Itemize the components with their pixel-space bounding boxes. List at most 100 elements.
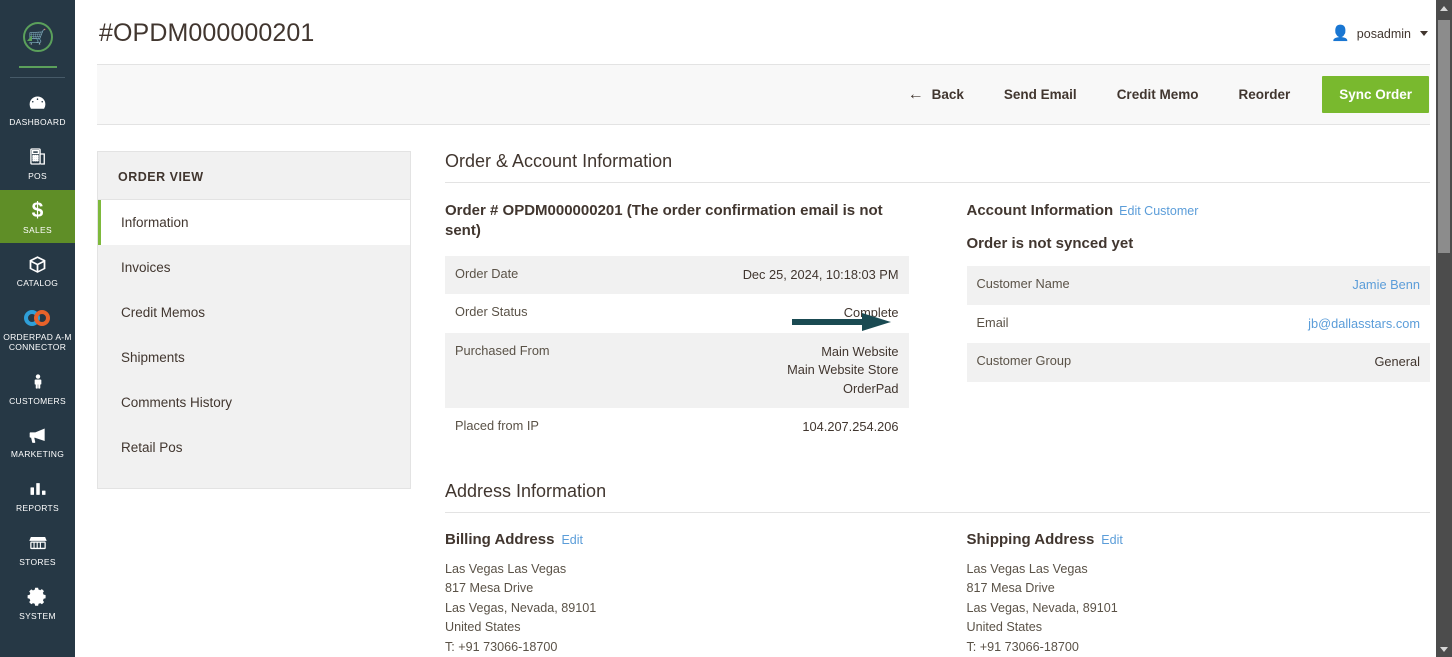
page-body: ORDER VIEW Information Invoices Credit M… xyxy=(75,125,1452,657)
order-account-columns: Order # OPDM000000201 (The order confirm… xyxy=(445,201,1430,447)
primary-sidebar: 🛒 DASHBOARD POS $ SALES CATALOG ORDERPAD… xyxy=(0,0,75,657)
billing-address-title: Billing Address Edit xyxy=(445,531,909,548)
back-button[interactable]: ← Back xyxy=(888,76,984,114)
sidebar-item-reports[interactable]: REPORTS xyxy=(0,468,75,522)
order-information-column: Order # OPDM000000201 (The order confirm… xyxy=(445,201,909,447)
row-value: Dec 25, 2024, 10:18:03 PM xyxy=(742,266,899,282)
account-block-title: Account Information Edit Customer xyxy=(967,201,1431,221)
row-label: Placed from IP xyxy=(455,418,539,434)
order-view-item-information[interactable]: Information xyxy=(98,200,410,245)
order-view-title: ORDER VIEW xyxy=(98,152,410,200)
sidebar-item-label: CUSTOMERS xyxy=(9,395,66,406)
customer-name-link[interactable]: Jamie Benn xyxy=(1352,277,1420,292)
gear-icon xyxy=(27,585,48,609)
order-view-item-shipments[interactable]: Shipments xyxy=(98,335,410,380)
sidebar-item-pos[interactable]: POS xyxy=(0,136,75,190)
table-row: Placed from IP 104.207.254.206 xyxy=(445,408,909,447)
billing-address-column: Billing Address Edit Las Vegas Las Vegas … xyxy=(445,531,909,657)
scrollbar-up-button[interactable] xyxy=(1436,0,1452,16)
page-title: #OPDM000000201 xyxy=(99,19,315,47)
sidebar-item-marketing[interactable]: MARKETING xyxy=(0,414,75,468)
address-section-title: Address Information xyxy=(445,481,1430,513)
sidebar-item-label: DASHBOARD xyxy=(9,117,66,127)
linked-rings-icon xyxy=(23,306,52,330)
row-label: Email xyxy=(976,314,1009,330)
chevron-down-icon xyxy=(1420,31,1428,36)
row-value: Main Website Main Website Store OrderPad xyxy=(787,343,899,396)
arrow-left-icon: ← xyxy=(907,85,924,103)
sidebar-item-label: REPORTS xyxy=(15,503,60,514)
account-information-table: Customer Name Jamie Benn Email jb@dallas… xyxy=(966,266,1430,382)
main-content-area: #OPDM000000201 👤 posadmin ← Back Send Em… xyxy=(75,0,1452,657)
send-email-button[interactable]: Send Email xyxy=(984,77,1097,112)
admin-user-menu[interactable]: 👤 posadmin xyxy=(1331,18,1428,41)
table-row: Purchased From Main Website Main Website… xyxy=(445,332,909,409)
account-block-title-text: Account Information xyxy=(966,202,1114,219)
credit-memo-button[interactable]: Credit Memo xyxy=(1097,77,1219,112)
sidebar-item-catalog[interactable]: CATALOG xyxy=(0,243,75,297)
customer-email-link[interactable]: jb@dallasstars.com xyxy=(1308,316,1420,331)
sidebar-item-customers[interactable]: CUSTOMERS xyxy=(0,361,75,415)
sidebar-item-label: CATALOG xyxy=(16,278,59,289)
sidebar-item-label: SYSTEM xyxy=(19,610,56,621)
box-icon xyxy=(27,252,48,276)
order-information-table: Order Date Dec 25, 2024, 10:18:03 PM Ord… xyxy=(445,255,909,447)
address-information-section: Address Information Billing Address Edit … xyxy=(445,481,1430,657)
page-actions-toolbar: ← Back Send Email Credit Memo Reorder Sy… xyxy=(97,64,1430,125)
person-icon xyxy=(30,370,46,394)
order-details: Order & Account Information Order # OPDM… xyxy=(411,151,1430,657)
edit-customer-link[interactable]: Edit Customer xyxy=(1119,204,1198,218)
megaphone-icon xyxy=(27,423,49,447)
shipping-address-title-text: Shipping Address xyxy=(966,530,1095,548)
page-header: #OPDM000000201 👤 posadmin xyxy=(75,0,1452,48)
shipping-address-column: Shipping Address Edit Las Vegas Las Vegas… xyxy=(967,531,1431,657)
logo-underline xyxy=(18,66,57,68)
sidebar-item-label: ORDERPAD A-M CONNECTOR xyxy=(3,332,72,352)
shipping-address-lines: Las Vegas Las Vegas 817 Mesa Drive Las V… xyxy=(966,561,1118,654)
edit-shipping-address-link[interactable]: Edit xyxy=(1101,533,1123,547)
row-label: Order Date xyxy=(455,265,519,281)
sidebar-item-label: MARKETING xyxy=(10,449,65,460)
order-status-value: Complete xyxy=(843,305,899,321)
order-account-section-title: Order & Account Information xyxy=(445,151,1430,183)
sidebar-item-label: SALES xyxy=(23,224,52,235)
sidebar-item-label: STORES xyxy=(19,556,56,567)
page-scrollbar[interactable] xyxy=(1436,0,1452,657)
sidebar-item-stores[interactable]: STORES xyxy=(0,522,75,576)
order-view-item-comments-history[interactable]: Comments History xyxy=(98,380,410,425)
table-row: Customer Name Jamie Benn xyxy=(966,266,1430,305)
sidebar-item-orderpad-connector[interactable]: ORDERPAD A-M CONNECTOR xyxy=(0,297,75,361)
dashboard-gauge-icon xyxy=(27,91,48,115)
row-value: Jamie Benn xyxy=(1188,266,1430,305)
sidebar-item-dashboard[interactable]: DASHBOARD xyxy=(0,82,75,136)
edit-billing-address-link[interactable]: Edit xyxy=(561,533,583,547)
account-information-column: Account Information Edit Customer Order i… xyxy=(966,201,1431,447)
magento-logo[interactable]: 🛒 xyxy=(0,8,75,66)
row-label: Order Status xyxy=(455,304,528,320)
order-view-item-retail-pos[interactable]: Retail Pos xyxy=(98,425,410,470)
table-row: Order Status Complete xyxy=(445,294,909,333)
order-view-item-invoices[interactable]: Invoices xyxy=(98,245,410,290)
order-view-item-credit-memos[interactable]: Credit Memos xyxy=(98,290,410,335)
sidebar-item-sales[interactable]: $ SALES xyxy=(0,189,75,244)
sidebar-item-system[interactable]: SYSTEM xyxy=(0,576,75,630)
person-icon: 👤 xyxy=(1331,25,1350,42)
billing-address-lines: Las Vegas Las Vegas 817 Mesa Drive Las V… xyxy=(445,561,597,654)
table-row: Email jb@dallasstars.com xyxy=(966,304,1430,344)
sidebar-item-label: POS xyxy=(28,170,47,181)
billing-address-title-text: Billing Address xyxy=(445,530,555,548)
table-row: Customer Group General xyxy=(966,343,1430,382)
scrollbar-thumb[interactable] xyxy=(1438,20,1450,253)
scrollbar-down-button[interactable] xyxy=(1436,641,1452,657)
row-value: General xyxy=(1374,354,1420,370)
admin-app-window: 🛒 DASHBOARD POS $ SALES CATALOG ORDERPAD… xyxy=(0,0,1452,657)
reorder-button[interactable]: Reorder xyxy=(1218,77,1310,112)
bar-chart-icon xyxy=(28,477,48,501)
shipping-address-title: Shipping Address Edit xyxy=(967,531,1431,548)
sync-status-text: Order is not synced yet xyxy=(966,235,1134,253)
sync-order-button[interactable]: Sync Order xyxy=(1322,76,1429,113)
dollar-sign-icon: $ xyxy=(31,199,44,223)
storefront-icon xyxy=(27,531,49,555)
row-label: Customer Name xyxy=(976,276,1070,292)
row-value: 104.207.254.206 xyxy=(802,419,899,435)
